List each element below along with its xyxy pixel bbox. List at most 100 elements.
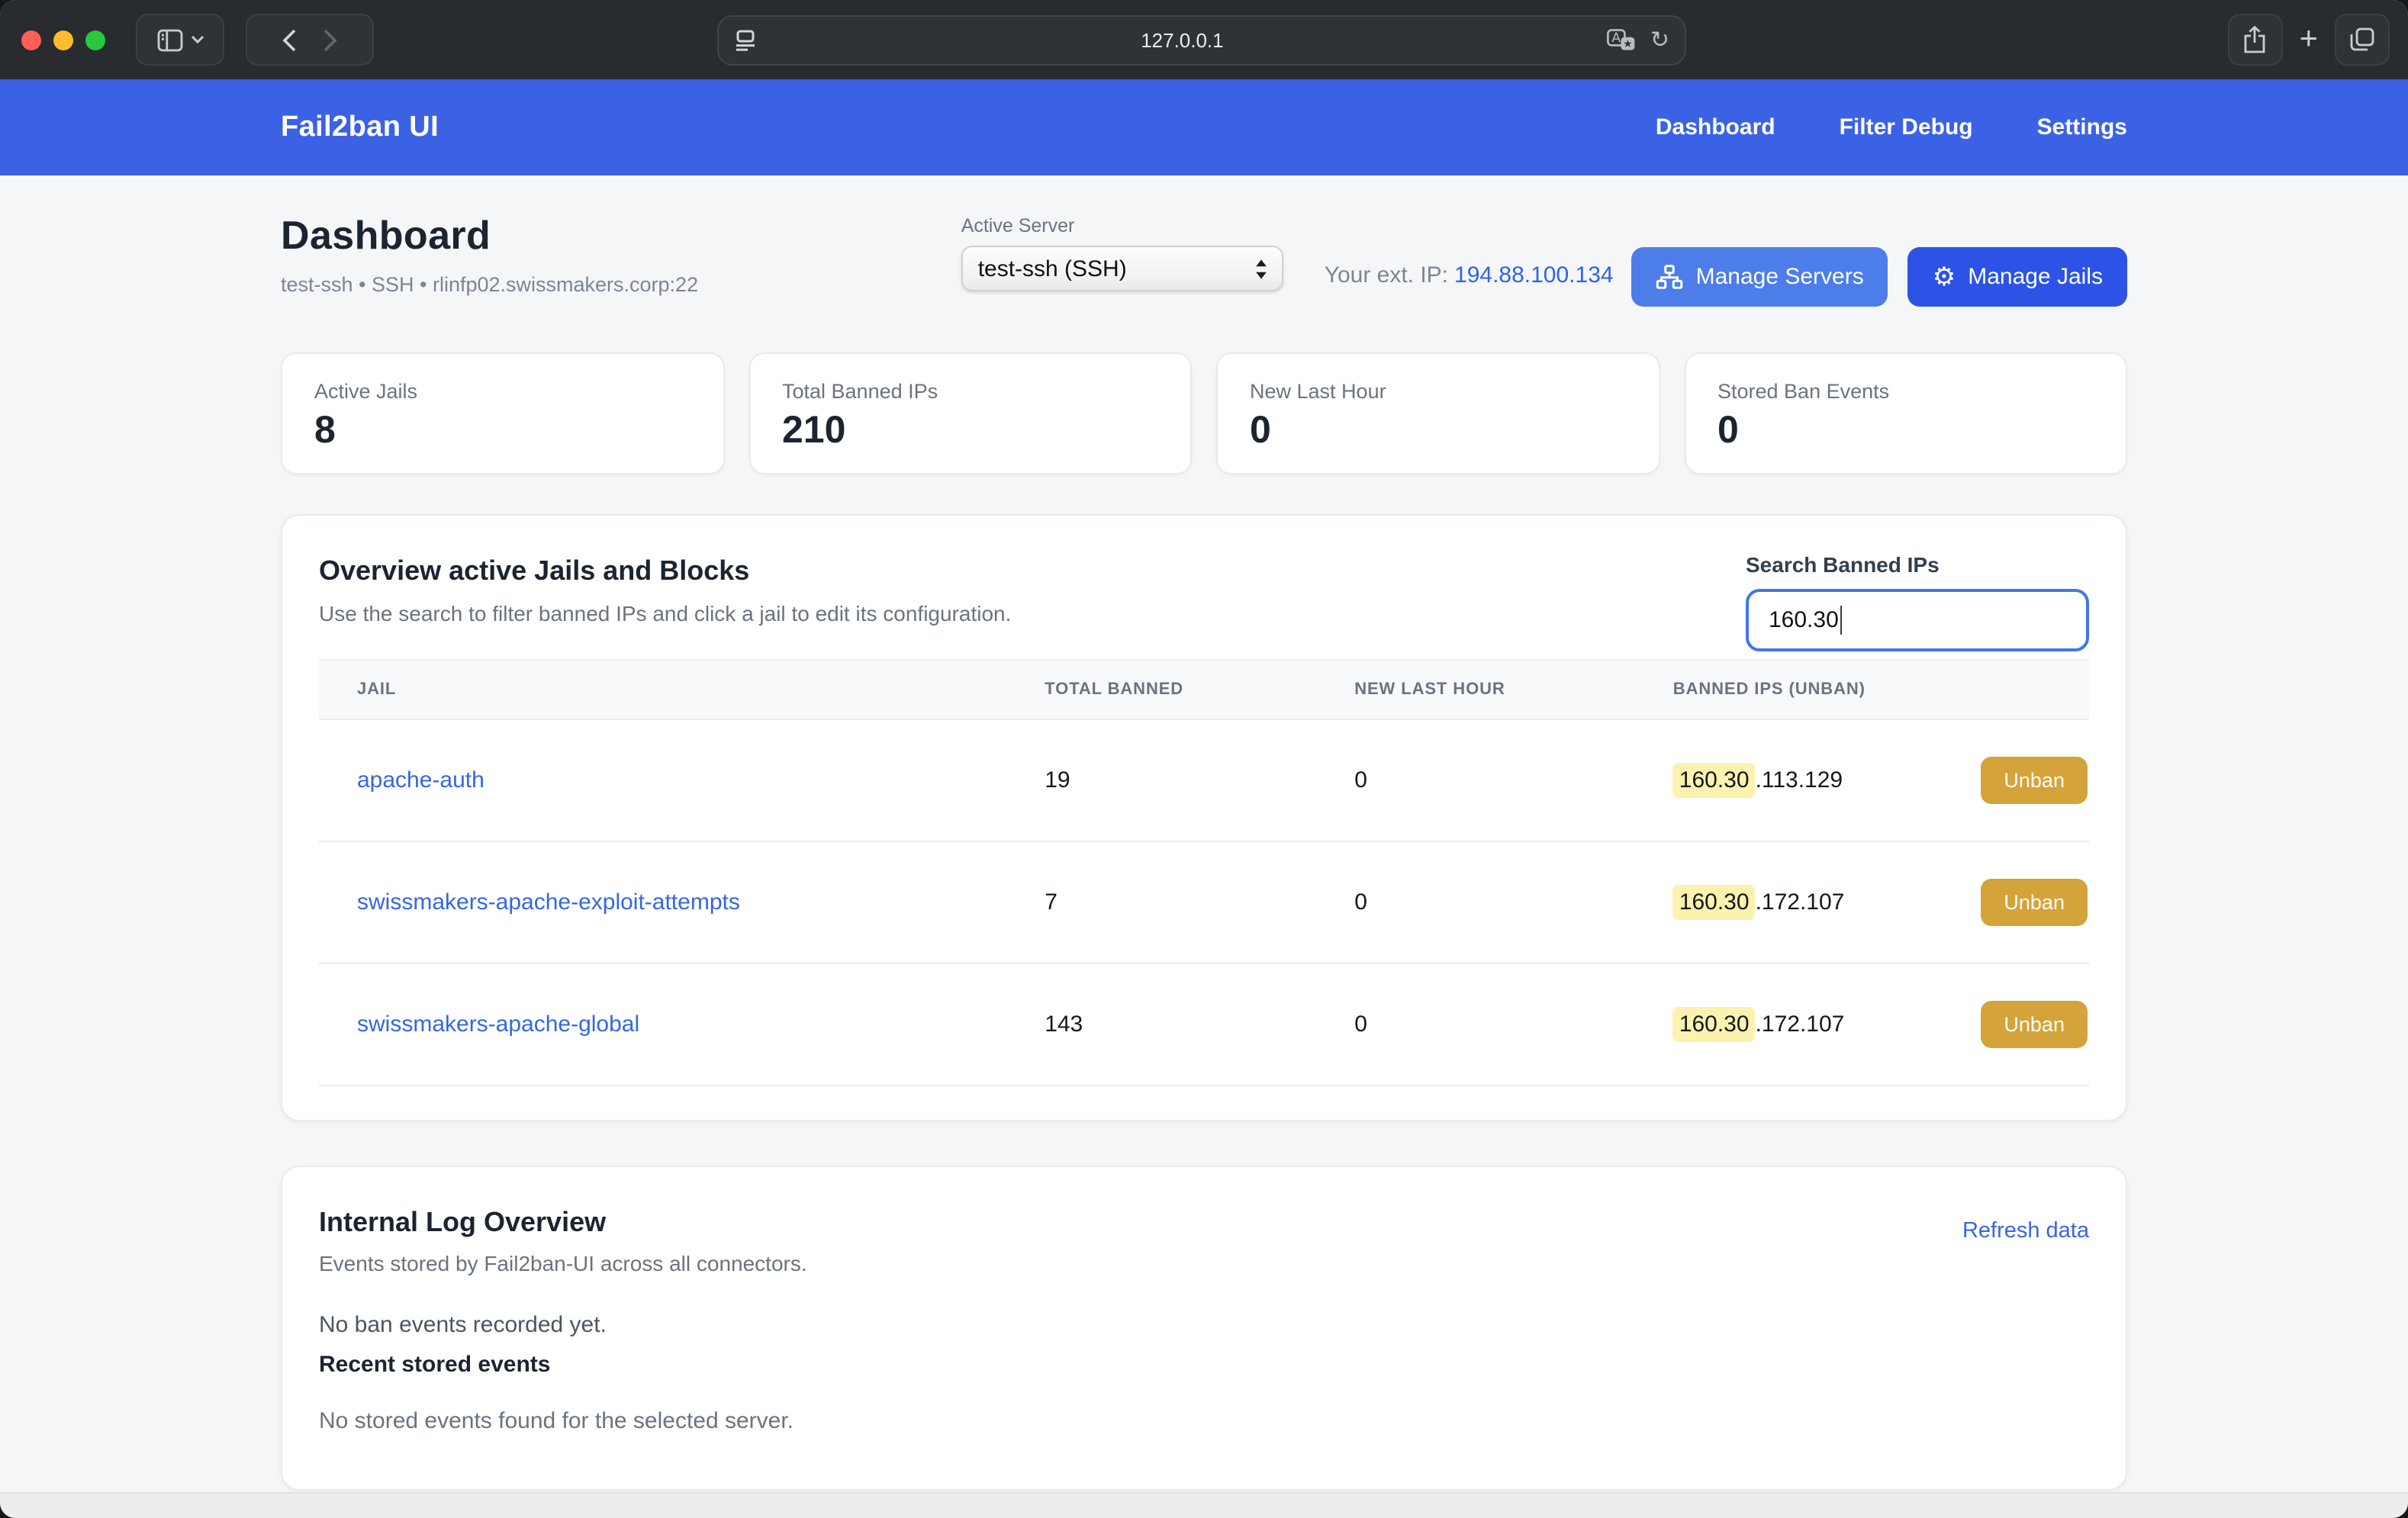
jail-link[interactable]: swissmakers-apache-global (357, 1011, 639, 1037)
maximize-window-button[interactable] (85, 30, 105, 50)
app-brand: Fail2ban UI (281, 111, 439, 144)
table-row: swissmakers-apache-global 143 0 160.30.1… (319, 963, 2089, 1085)
column-new-last-hour: New Last Hour (1354, 660, 1673, 719)
forward-icon[interactable] (324, 28, 337, 51)
tab-overview-icon[interactable] (2335, 14, 2390, 66)
gear-icon: ⚙ (1933, 264, 1956, 290)
stat-card-stored-ban-events: Stored Ban Events 0 (1684, 352, 2127, 474)
minimize-window-button[interactable] (53, 30, 73, 50)
address-bar[interactable]: 127.0.0.1 A ★ ↻ (717, 15, 1686, 66)
stat-label: Total Banned IPs (782, 380, 1158, 403)
unban-button[interactable]: Unban (1981, 1001, 2088, 1048)
manage-jails-label: Manage Jails (1968, 264, 2103, 290)
search-input-value: 160.30 (1769, 607, 1839, 633)
page-body: Dashboard test-ssh • SSH • rlinfp02.swis… (0, 175, 2408, 1492)
unban-button[interactable]: Unban (1981, 757, 2088, 804)
search-banned-ips-label: Search Banned IPs (1746, 552, 2089, 577)
active-server-value: test-ssh (SSH) (978, 256, 1254, 281)
app-navbar: Fail2ban UI Dashboard Filter Debug Setti… (0, 79, 2408, 175)
table-row: apache-auth 19 0 160.30.113.129 Unban (319, 719, 2089, 841)
manage-servers-button[interactable]: Manage Servers (1632, 247, 1888, 307)
stat-label: Stored Ban Events (1717, 380, 2094, 403)
back-icon[interactable] (282, 28, 296, 51)
sidebar-icon (156, 28, 182, 51)
page-header: Dashboard test-ssh • SSH • rlinfp02.swis… (281, 212, 2127, 307)
stat-value: 8 (314, 409, 691, 453)
total-banned-value: 7 (1045, 841, 1354, 963)
text-caret (1840, 606, 1843, 635)
stat-value: 0 (1717, 409, 2094, 453)
search-input[interactable]: 160.30 (1746, 589, 2089, 651)
ip-highlight: 160.30 (1673, 885, 1756, 920)
ip-rest: .113.129 (1756, 767, 1843, 793)
reload-icon[interactable]: ↻ (1650, 29, 1669, 52)
share-icon[interactable] (2227, 14, 2282, 66)
table-row: swissmakers-apache-exploit-attempts 7 0 … (319, 841, 2089, 963)
log-description: Events stored by Fail2ban-UI across all … (319, 1251, 2089, 1275)
browser-window: 127.0.0.1 A ★ ↻ + (0, 0, 2408, 1518)
jail-link[interactable]: swissmakers-apache-exploit-attempts (357, 889, 740, 915)
page-subtitle: test-ssh • SSH • rlinfp02.swissmakers.co… (281, 273, 961, 296)
page-title: Dashboard (281, 212, 961, 259)
svg-text:A: A (1612, 31, 1621, 46)
stat-card-total-banned: Total Banned IPs 210 (748, 352, 1192, 474)
total-banned-value: 19 (1045, 719, 1354, 841)
ip-highlight: 160.30 (1673, 763, 1756, 798)
new-tab-icon[interactable]: + (2294, 21, 2323, 58)
column-jail: Jail (319, 660, 1045, 719)
nav-item-filter-debug[interactable]: Filter Debug (1840, 114, 1973, 140)
new-last-hour-value: 0 (1354, 841, 1673, 963)
stat-card-new-last-hour: New Last Hour 0 (1216, 352, 1660, 474)
ip-highlight: 160.30 (1673, 1007, 1756, 1042)
stat-value: 210 (782, 409, 1158, 453)
no-stored-events-text: No stored events found for the selected … (319, 1408, 2089, 1434)
no-ban-events-text: No ban events recorded yet. (319, 1312, 2089, 1338)
chevron-down-icon (190, 35, 204, 44)
ip-rest: .172.107 (1756, 889, 1845, 915)
browser-chrome: 127.0.0.1 A ★ ↻ + (0, 0, 2408, 79)
url-text[interactable]: 127.0.0.1 (757, 29, 1608, 52)
close-window-button[interactable] (21, 30, 41, 50)
log-title: Internal Log Overview (319, 1207, 2089, 1239)
select-arrows-icon (1254, 257, 1268, 280)
external-ip-value: 194.88.100.134 (1454, 262, 1614, 288)
nav-item-dashboard[interactable]: Dashboard (1656, 114, 1775, 140)
banned-ip: 160.30.172.107 (1673, 889, 1845, 915)
window-bottom-edge (0, 1492, 2408, 1518)
manage-jails-button[interactable]: ⚙ Manage Jails (1908, 247, 2127, 307)
page-settings-icon[interactable] (734, 29, 757, 52)
internal-log-card: Internal Log Overview Events stored by F… (281, 1166, 2127, 1491)
sitemap-icon (1656, 264, 1684, 290)
active-server-select[interactable]: test-ssh (SSH) (961, 246, 1283, 291)
nav-history-group (246, 14, 374, 66)
external-ip-label: Your ext. IP: (1325, 262, 1448, 288)
translate-icon[interactable]: A ★ (1608, 29, 1637, 52)
jail-link[interactable]: apache-auth (357, 767, 484, 793)
stat-cards: Active Jails 8 Total Banned IPs 210 New … (281, 352, 2127, 474)
sidebar-toggle-button[interactable] (136, 14, 224, 66)
banned-ip: 160.30.172.107 (1673, 1011, 1845, 1037)
column-total-banned: Total Banned (1045, 660, 1354, 719)
column-banned-ips: Banned IPs (Unban) (1673, 660, 2089, 719)
new-last-hour-value: 0 (1354, 719, 1673, 841)
manage-servers-label: Manage Servers (1696, 264, 1864, 290)
active-server-label: Active Server (961, 215, 1283, 236)
nav-item-settings[interactable]: Settings (2037, 114, 2127, 140)
recent-stored-events-title: Recent stored events (319, 1352, 2089, 1378)
jails-table: Jail Total Banned New Last Hour Banned I… (319, 659, 2089, 1086)
unban-button[interactable]: Unban (1981, 879, 2088, 926)
banned-ip: 160.30.113.129 (1673, 767, 1843, 793)
stat-value: 0 (1250, 409, 1626, 453)
stat-label: Active Jails (314, 380, 691, 403)
new-last-hour-value: 0 (1354, 963, 1673, 1085)
total-banned-value: 143 (1045, 963, 1354, 1085)
stat-card-active-jails: Active Jails 8 (281, 352, 724, 474)
ip-rest: .172.107 (1756, 1011, 1845, 1037)
overview-card: Overview active Jails and Blocks Use the… (281, 514, 2127, 1121)
svg-text:★: ★ (1624, 38, 1634, 50)
table-header-row: Jail Total Banned New Last Hour Banned I… (319, 660, 2089, 719)
external-ip: Your ext. IP:194.88.100.134 (1325, 262, 1614, 288)
refresh-data-link[interactable]: Refresh data (1962, 1219, 2089, 1243)
stat-label: New Last Hour (1250, 380, 1626, 403)
traffic-lights (21, 30, 105, 50)
